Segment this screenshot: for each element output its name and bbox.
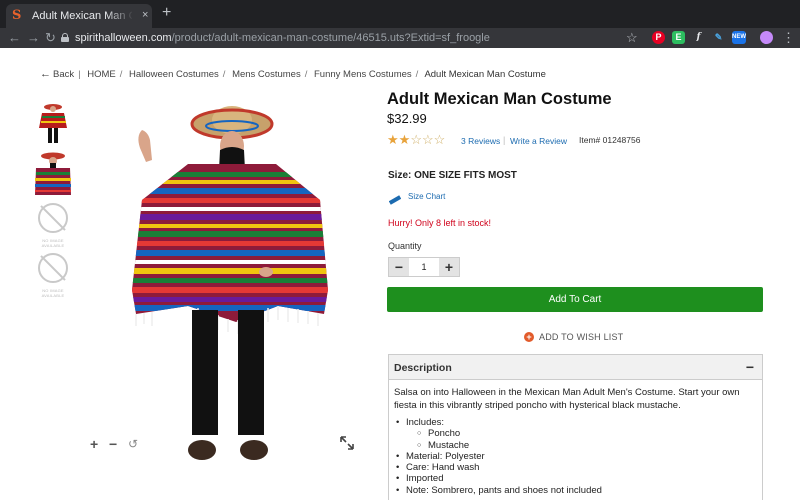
item-number: Item# 01248756 (579, 135, 641, 145)
quantity-label: Quantity (388, 241, 422, 251)
list-item: Poncho (406, 428, 754, 440)
breadcrumb-halloween-costumes[interactable]: Halloween Costumes (129, 69, 219, 80)
address-bar[interactable]: spirithalloween.com/product/adult-mexica… (75, 31, 490, 45)
quantity-stepper: − 1 + (388, 257, 460, 277)
stock-warning: Hurry! Only 8 left in stock! (388, 218, 492, 228)
quantity-increase-button[interactable]: + (439, 258, 459, 276)
breadcrumb-funny-mens-costumes[interactable]: Funny Mens Costumes (314, 69, 412, 80)
breadcrumb-back[interactable]: Back (53, 69, 74, 80)
lock-icon (61, 33, 69, 42)
thumbnail-no-image-2[interactable]: NO IMAGE AVAILABLE (33, 252, 73, 298)
product-main-image[interactable] (128, 100, 328, 470)
star-empty-icon: ☆ (410, 132, 422, 147)
size-value: ONE SIZE FITS MOST (414, 170, 517, 181)
list-item: Note: Sombrero, pants and shoes not incl… (394, 485, 754, 497)
zoom-in-icon[interactable]: + (90, 436, 98, 452)
star-filled-icon: ★ (398, 132, 411, 147)
size-label: Size: (388, 170, 412, 181)
reviews-link[interactable]: 3 Reviews (461, 136, 500, 147)
no-image-icon: NO IMAGE AVAILABLE (33, 202, 73, 248)
pinterest-icon[interactable]: P (652, 31, 665, 44)
zoom-out-icon[interactable]: − (109, 436, 117, 452)
description-text: Salsa on into Halloween in the Mexican M… (394, 387, 740, 411)
grammar-icon[interactable]: f (692, 31, 705, 44)
description-panel: Description − Salsa on into Halloween in… (388, 354, 763, 500)
breadcrumb-current: Adult Mexican Man Costume (424, 69, 546, 80)
star-rating[interactable]: ★★☆☆☆ (387, 132, 445, 148)
quantity-decrease-button[interactable]: − (389, 258, 409, 276)
list-item: Imported (394, 473, 754, 485)
feather-icon[interactable]: ✎ (712, 31, 725, 44)
breadcrumb-home[interactable]: HOME (87, 69, 116, 80)
breadcrumb: ← Back | HOME / Halloween Costumes / Mens Co… (40, 68, 546, 80)
collapse-minus-icon[interactable]: − (746, 360, 754, 374)
evernote-icon[interactable]: E (672, 31, 685, 44)
breadcrumb-mens-costumes[interactable]: Mens Costumes (232, 69, 301, 80)
quantity-input[interactable]: 1 (409, 258, 439, 276)
star-filled-icon: ★ (387, 132, 399, 147)
list-item: Mustache (406, 440, 754, 452)
bookmark-star-icon[interactable]: ☆ (626, 30, 638, 46)
list-item: Includes: Poncho Mustache (394, 417, 754, 451)
add-to-cart-button[interactable]: Add To Cart (387, 287, 763, 312)
no-image-icon: NO IMAGE AVAILABLE (33, 252, 73, 298)
back-arrow-icon[interactable]: ← (8, 30, 21, 46)
write-review-link[interactable]: Write a Review (510, 136, 567, 147)
forward-arrow-icon[interactable]: → (27, 30, 40, 46)
reset-zoom-icon[interactable]: ↺ (128, 436, 138, 452)
reload-icon[interactable]: ↻ (45, 30, 56, 46)
description-title: Description (394, 362, 452, 374)
fullscreen-icon[interactable] (340, 436, 354, 450)
wish-list-label: ADD TO WISH LIST (539, 332, 624, 342)
site-favicon-icon: S (12, 8, 22, 23)
review-separator: | (503, 135, 506, 145)
star-empty-icon: ☆ (433, 132, 446, 147)
browser-tab[interactable]: S Adult Mexican Man Costume - × (6, 4, 152, 28)
profile-icon[interactable] (760, 31, 773, 44)
thumbnail-1[interactable] (33, 100, 73, 146)
description-header[interactable]: Description − (389, 355, 762, 380)
product-price: $32.99 (387, 111, 427, 126)
list-item: Material: Polyester (394, 451, 754, 463)
ruler-icon[interactable] (388, 192, 402, 205)
thumbnail-2[interactable] (33, 151, 73, 197)
tab-close-icon[interactable]: × (142, 8, 148, 22)
task-icon[interactable]: NEW (732, 31, 746, 44)
product-title: Adult Mexican Man Costume (387, 90, 612, 108)
list-item: Care: Hand wash (394, 462, 754, 474)
browser-tab-bar: S Adult Mexican Man Costume - × + (0, 0, 800, 28)
menu-icon[interactable]: ⋮ (782, 30, 795, 46)
new-tab-button[interactable]: + (162, 5, 171, 21)
back-arrow-icon[interactable]: ← (40, 68, 51, 80)
thumbnail-no-image-1[interactable]: NO IMAGE AVAILABLE (33, 202, 73, 248)
star-empty-icon: ☆ (421, 132, 434, 147)
size-selection: Size: ONE SIZE FITS MOST (388, 169, 517, 182)
description-list: Includes: Poncho Mustache Material: Poly… (394, 417, 754, 496)
size-chart-link[interactable]: Size Chart (408, 192, 445, 202)
plus-circle-icon: + (524, 332, 534, 342)
browser-toolbar: ← → ↻ spirithalloween.com/product/adult-… (0, 28, 800, 48)
